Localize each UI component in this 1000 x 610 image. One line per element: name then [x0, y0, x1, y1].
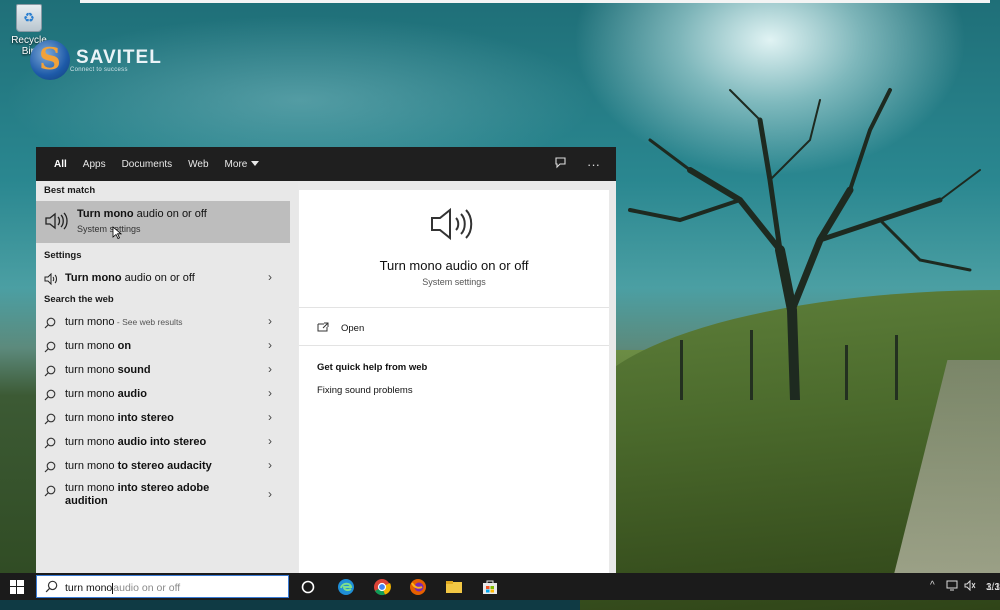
- web-result-label: turn mono audio: [65, 388, 147, 400]
- tab-documents[interactable]: Documents: [122, 157, 173, 172]
- search-icon: [44, 364, 56, 382]
- web-result-label: turn mono audio into stereo: [65, 436, 207, 448]
- speaker-large-icon: [429, 204, 479, 249]
- chevron-right-icon: ›: [268, 487, 272, 501]
- web-result-item[interactable]: turn mono on ›: [36, 334, 298, 358]
- tab-more-label: More: [224, 158, 248, 170]
- firefox-icon[interactable]: [408, 577, 428, 597]
- logo-name: SAVITEL: [76, 46, 162, 68]
- best-match-item[interactable]: Turn mono audio on or off System setting…: [36, 201, 290, 243]
- divider: [299, 307, 609, 308]
- web-result-item[interactable]: turn mono audio ›: [36, 382, 298, 406]
- chevron-down-icon: [251, 161, 260, 167]
- tab-more[interactable]: More: [225, 157, 260, 172]
- web-result-item[interactable]: turn mono into stereo ›: [36, 406, 298, 430]
- chevron-right-icon: ›: [268, 410, 272, 424]
- search-tabs: All Apps Documents Web More ···: [36, 147, 616, 181]
- network-icon[interactable]: [946, 580, 958, 594]
- fixing-sound-link[interactable]: Fixing sound problems: [317, 385, 413, 396]
- web-result-item[interactable]: turn mono - See web results ›: [36, 310, 298, 334]
- savitel-watermark: S SAVITEL Connect to success: [30, 40, 162, 80]
- preview-subtitle: System settings: [422, 277, 486, 287]
- web-result-item[interactable]: turn mono into stereo adobe audition ›: [36, 478, 298, 512]
- web-result-label: turn mono sound: [65, 364, 151, 376]
- search-icon: [44, 340, 56, 358]
- search-panel: All Apps Documents Web More ··· Best mat…: [36, 147, 616, 573]
- search-typed-text: turn monoaudio on or off: [65, 582, 181, 594]
- chevron-right-icon: ›: [268, 458, 272, 472]
- recycle-bin-icon: ♻: [16, 4, 42, 32]
- best-match-header: Best match: [44, 185, 96, 196]
- search-icon: [44, 436, 56, 454]
- open-button[interactable]: Open: [317, 319, 364, 337]
- logo-mark: S: [30, 40, 70, 80]
- best-match-title: Turn mono audio on or off: [77, 208, 207, 220]
- open-icon: [317, 319, 329, 337]
- tab-actions: ···: [534, 147, 600, 181]
- tab-web[interactable]: Web: [188, 157, 208, 172]
- quick-help-header: Get quick help from web: [317, 362, 428, 373]
- tab-all[interactable]: All: [54, 157, 67, 172]
- search-icon: [44, 460, 56, 478]
- best-match-subtitle: System settings: [77, 224, 141, 234]
- settings-item-label: Turn mono audio on or off: [65, 272, 195, 284]
- speaker-icon: [44, 210, 68, 237]
- web-result-label: turn mono to stereo audacity: [65, 460, 212, 472]
- chevron-up-icon[interactable]: ^: [930, 580, 935, 591]
- chevron-right-icon: ›: [268, 386, 272, 400]
- results-list: Best match Turn mono audio on or off Sys…: [36, 181, 298, 573]
- web-result-item[interactable]: turn mono audio into stereo ›: [36, 430, 298, 454]
- speaker-small-icon: [44, 272, 58, 290]
- web-result-item[interactable]: turn mono sound ›: [36, 358, 298, 382]
- feedback-icon[interactable]: [554, 156, 567, 172]
- clock-date: 1/10: [986, 582, 1000, 593]
- web-result-item[interactable]: turn mono to stereo audacity ›: [36, 454, 298, 478]
- mouse-cursor: [112, 226, 122, 239]
- web-result-label: turn mono on: [65, 340, 132, 352]
- system-tray: ^ 3:31/10: [920, 573, 1000, 600]
- web-result-label: turn mono into stereo: [65, 412, 174, 424]
- wallpaper-tree: [628, 88, 981, 400]
- edge-icon[interactable]: [336, 577, 356, 597]
- chrome-icon[interactable]: [372, 577, 392, 597]
- chevron-right-icon: ›: [268, 314, 272, 328]
- tab-apps[interactable]: Apps: [83, 157, 106, 172]
- chevron-right-icon: ›: [268, 270, 272, 284]
- search-icon: [44, 412, 56, 430]
- settings-header: Settings: [44, 250, 82, 261]
- chevron-right-icon: ›: [268, 338, 272, 352]
- windows-start-icon[interactable]: [10, 580, 24, 599]
- store-icon[interactable]: [480, 577, 500, 597]
- web-result-label: turn mono into stereo adobe audition: [65, 482, 210, 507]
- divider: [299, 345, 609, 346]
- preview-title: Turn mono audio on or off: [379, 258, 529, 273]
- file-explorer-icon[interactable]: [444, 577, 464, 597]
- preview-pane: Turn mono audio on or off System setting…: [299, 190, 609, 573]
- search-icon: [44, 388, 56, 406]
- open-label: Open: [341, 322, 365, 334]
- web-result-label: turn mono - See web results: [65, 316, 183, 328]
- web-header: Search the web: [44, 294, 114, 305]
- settings-item[interactable]: Turn mono audio on or off ›: [36, 266, 298, 290]
- window-edge: [80, 0, 990, 3]
- cortana-icon[interactable]: [298, 577, 318, 597]
- volume-muted-icon[interactable]: [964, 579, 976, 594]
- search-icon: [44, 316, 56, 334]
- chevron-right-icon: ›: [268, 362, 272, 376]
- search-icon: [44, 484, 56, 502]
- taskbar-search-input[interactable]: turn monoaudio on or off: [36, 575, 289, 598]
- taskbar: turn monoaudio on or off ^ 3:31/10: [0, 573, 1000, 600]
- chevron-right-icon: ›: [268, 434, 272, 448]
- more-options-icon[interactable]: ···: [587, 157, 600, 172]
- search-icon: [45, 580, 58, 598]
